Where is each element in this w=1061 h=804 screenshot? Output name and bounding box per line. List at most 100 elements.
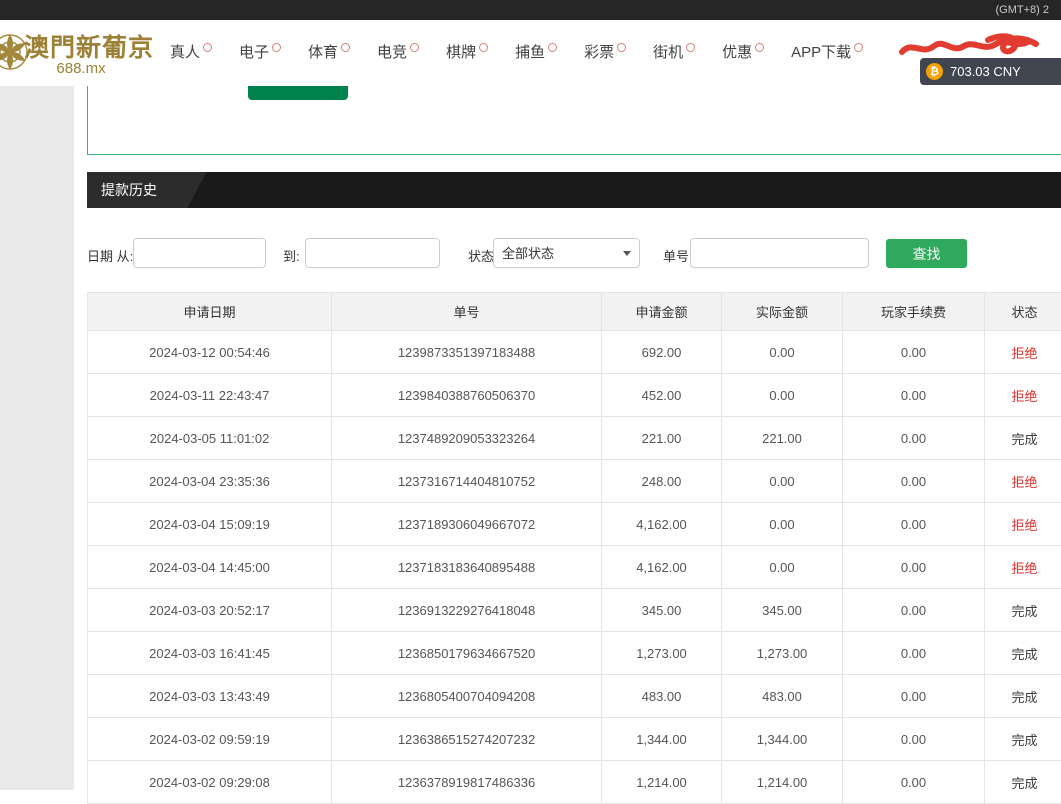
nav-item-fishing[interactable]: 捕鱼 [515,43,557,63]
hot-badge-icon [410,43,419,52]
nav-item-slots[interactable]: 电子 [239,43,281,63]
date-to-label: 到: [283,246,300,265]
cell-status: 完成 [985,417,1061,460]
nav-item-promo[interactable]: 优惠 [722,43,764,63]
nav-item-app[interactable]: APP下载 [791,43,863,63]
cell-date: 2024-03-04 23:35:36 [88,460,332,503]
cell-fee: 0.00 [843,718,985,761]
cell-date: 2024-03-12 00:54:46 [88,331,332,374]
status-text: 完成 [1011,776,1037,791]
nav-item-cards[interactable]: 棋牌 [446,43,488,63]
cell-actual: 1,273.00 [722,632,843,675]
cell-fee: 0.00 [843,632,985,675]
status-text: 拒绝 [1011,346,1037,361]
cell-order: 1236378919817486336 [332,761,602,804]
table-row: 2024-03-02 09:59:19 1236386515274207232 … [88,718,1061,761]
nav-label: 体育 [308,43,338,63]
hot-badge-icon [341,43,350,52]
content-panel: 提款历史 日期 从: 到: 状态: 全部状态 单号: 查找 [74,86,1061,790]
cell-status: 拒绝 [985,374,1061,417]
date-from-input[interactable] [133,238,266,268]
cell-amount: 4,162.00 [602,546,722,589]
nav-item-lottery[interactable]: 彩票 [584,43,626,63]
cell-date: 2024-03-03 16:41:45 [88,632,332,675]
cell-actual: 0.00 [722,331,843,374]
cell-status: 拒绝 [985,503,1061,546]
table-row: 2024-03-03 16:41:45 1236850179634667520 … [88,632,1061,675]
col-header-order: 单号 [332,293,602,331]
cell-order: 1236386515274207232 [332,718,602,761]
cell-status: 完成 [985,675,1061,718]
balance-pill[interactable]: ₿ 703.03 CNY [920,58,1061,85]
cell-amount: 1,273.00 [602,632,722,675]
cell-order: 1237316714404810752 [332,460,602,503]
hot-badge-icon [479,43,488,52]
cell-date: 2024-03-04 15:09:19 [88,503,332,546]
nav-label: 捕鱼 [515,43,545,63]
status-text: 完成 [1011,647,1037,662]
site-header: 澳門新葡京 688.mx 真人 电子 体育 电竞 棋牌 捕鱼 彩票 街机 优惠 … [0,20,1061,86]
cell-date: 2024-03-11 22:43:47 [88,374,332,417]
status-text: 拒绝 [1011,518,1037,533]
nav-label: 彩票 [584,43,614,63]
table-row: 2024-03-03 13:43:49 1236805400704094208 … [88,675,1061,718]
cell-order: 1239840388760506370 [332,374,602,417]
status-text: 完成 [1011,604,1037,619]
page-background: 提款历史 日期 从: 到: 状态: 全部状态 单号: 查找 [0,86,1061,790]
submit-button[interactable] [248,86,348,100]
col-header-fee: 玩家手续费 [843,293,985,331]
cell-fee: 0.00 [843,460,985,503]
cell-fee: 0.00 [843,374,985,417]
section-header: 提款历史 [87,172,1061,208]
cell-actual: 1,214.00 [722,761,843,804]
nav-item-esports[interactable]: 电竞 [377,43,419,63]
order-input[interactable] [690,238,869,268]
cell-actual: 0.00 [722,503,843,546]
cell-status: 拒绝 [985,546,1061,589]
status-select-wrap: 全部状态 [493,238,640,268]
cell-order: 1237183183640895488 [332,546,602,589]
cell-status: 完成 [985,632,1061,675]
cell-date: 2024-03-02 09:59:19 [88,718,332,761]
cell-status: 完成 [985,718,1061,761]
header-row: 申请日期 单号 申请金额 实际金额 玩家手续费 状态 [88,293,1061,331]
main-nav: 真人 电子 体育 电竞 棋牌 捕鱼 彩票 街机 优惠 APP下载 [170,20,890,86]
status-select[interactable]: 全部状态 [493,238,640,268]
top-status-bar: (GMT+8) 2 [0,0,1061,20]
cell-order: 1236850179634667520 [332,632,602,675]
status-text: 拒绝 [1011,561,1037,576]
status-text: 完成 [1011,432,1037,447]
cell-amount: 221.00 [602,417,722,460]
cell-actual: 0.00 [722,546,843,589]
cell-fee: 0.00 [843,546,985,589]
date-from-label: 日期 从: [87,246,133,265]
nav-item-arcade[interactable]: 街机 [653,43,695,63]
nav-label: APP下载 [791,43,851,63]
hot-badge-icon [686,43,695,52]
cell-status: 拒绝 [985,331,1061,374]
table-row: 2024-03-03 20:52:17 1236913229276418048 … [88,589,1061,632]
cell-amount: 483.00 [602,675,722,718]
status-text: 完成 [1011,733,1037,748]
cell-order: 1236805400704094208 [332,675,602,718]
cell-actual: 0.00 [722,374,843,417]
col-header-date: 申请日期 [88,293,332,331]
brand-domain: 688.mx [24,60,138,77]
cell-amount: 692.00 [602,331,722,374]
nav-item-sports[interactable]: 体育 [308,43,350,63]
cell-fee: 0.00 [843,761,985,804]
cell-order: 1237489209053323264 [332,417,602,460]
withdraw-history-table: 申请日期 单号 申请金额 实际金额 玩家手续费 状态 2024-03-12 00… [87,292,1061,804]
table-row: 2024-03-04 14:45:00 1237183183640895488 … [88,546,1061,589]
cell-fee: 0.00 [843,331,985,374]
section-title: 提款历史 [101,172,157,208]
balance-amount: 703.03 CNY [950,64,1021,79]
hot-badge-icon [854,43,863,52]
form-box [87,86,1061,155]
nav-item-live[interactable]: 真人 [170,43,212,63]
date-to-input[interactable] [305,238,440,268]
search-button[interactable]: 查找 [886,239,967,268]
status-text: 拒绝 [1011,475,1037,490]
nav-label: 电子 [239,43,269,63]
nav-label: 街机 [653,43,683,63]
